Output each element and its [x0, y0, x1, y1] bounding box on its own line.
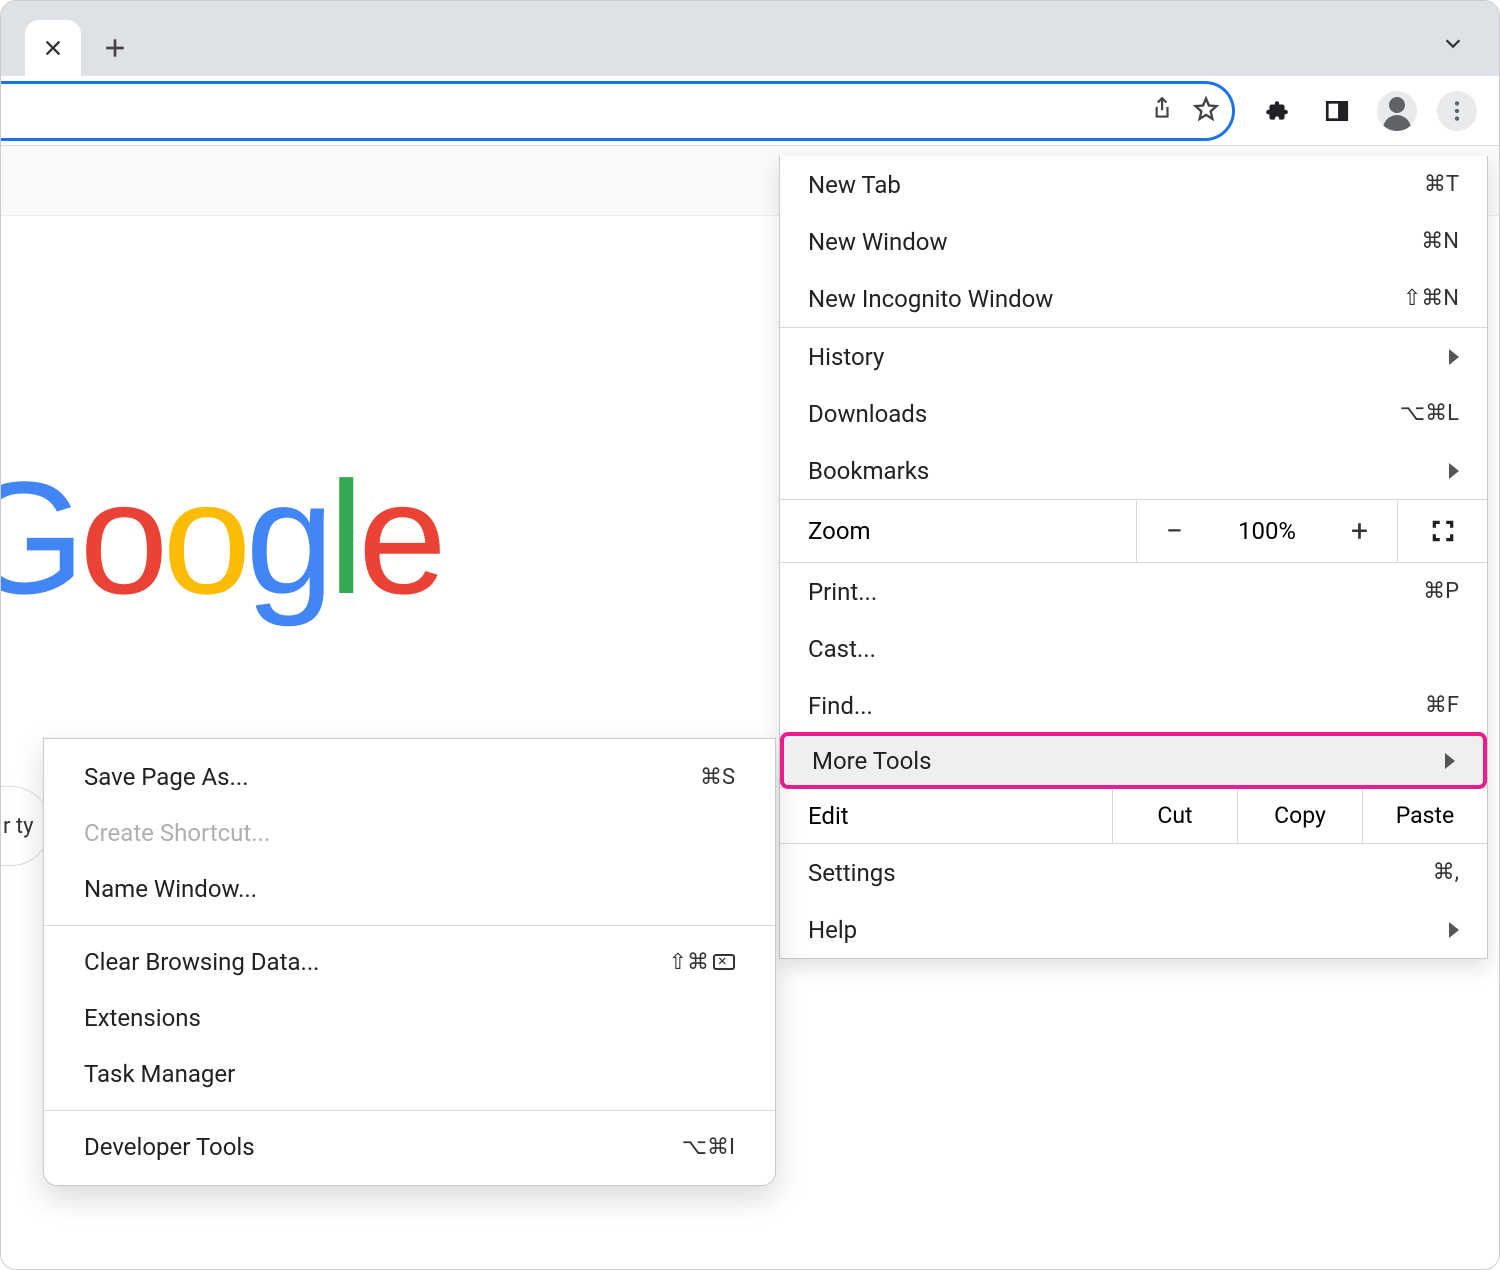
menu-print[interactable]: Print...⌘P: [780, 563, 1487, 620]
fullscreen-button[interactable]: [1397, 500, 1487, 562]
zoom-out-button[interactable]: −: [1137, 500, 1212, 562]
submenu-task-manager[interactable]: Task Manager: [44, 1046, 775, 1102]
menu-zoom-row: Zoom − 100% +: [780, 499, 1487, 563]
submenu-extensions[interactable]: Extensions: [44, 990, 775, 1046]
menu-new-tab[interactable]: New Tab⌘T: [780, 156, 1487, 213]
menu-bookmarks[interactable]: Bookmarks: [780, 442, 1487, 499]
avatar-icon: [1389, 97, 1405, 113]
tab-close-button[interactable]: [25, 20, 81, 76]
more-tools-submenu: Save Page As...⌘S Create Shortcut... Nam…: [43, 738, 776, 1186]
chevron-right-icon: [1449, 922, 1459, 938]
browser-window: Google r ty New Tab⌘T New Window⌘N New I…: [0, 0, 1500, 1270]
fullscreen-icon: [1430, 518, 1456, 544]
delete-icon: [713, 954, 735, 970]
chrome-main-menu: New Tab⌘T New Window⌘N New Incognito Win…: [779, 156, 1488, 959]
panel-icon: [1324, 98, 1350, 124]
menu-downloads[interactable]: Downloads⌥⌘L: [780, 385, 1487, 442]
submenu-clear-browsing-data[interactable]: Clear Browsing Data... ⇧⌘: [44, 934, 775, 990]
edit-cut[interactable]: Cut: [1112, 788, 1237, 843]
chevron-right-icon: [1449, 349, 1459, 365]
plus-icon: [102, 35, 128, 61]
menu-help[interactable]: Help: [780, 901, 1487, 958]
menu-more-tools[interactable]: More Tools: [780, 732, 1487, 789]
menu-edit-row: Edit Cut Copy Paste: [780, 787, 1487, 844]
profile-button[interactable]: [1377, 91, 1417, 131]
submenu-name-window[interactable]: Name Window...: [44, 861, 775, 917]
toolbar: [1, 76, 1499, 146]
chevron-right-icon: [1445, 753, 1455, 769]
edit-copy[interactable]: Copy: [1237, 788, 1362, 843]
menu-cast[interactable]: Cast...: [780, 620, 1487, 677]
extensions-button[interactable]: [1257, 91, 1297, 131]
zoom-value: 100%: [1212, 500, 1322, 562]
more-menu-button[interactable]: [1437, 91, 1477, 131]
edit-paste[interactable]: Paste: [1362, 788, 1487, 843]
submenu-developer-tools[interactable]: Developer Tools⌥⌘I: [44, 1119, 775, 1175]
star-icon[interactable]: [1192, 95, 1220, 127]
zoom-in-button[interactable]: +: [1322, 500, 1397, 562]
edit-label: Edit: [780, 788, 1112, 843]
menu-find[interactable]: Find...⌘F: [780, 677, 1487, 734]
menu-new-incognito[interactable]: New Incognito Window⇧⌘N: [780, 270, 1487, 327]
dots-vertical-icon: [1444, 98, 1470, 124]
sidepanel-button[interactable]: [1317, 91, 1357, 131]
submenu-save-page[interactable]: Save Page As...⌘S: [44, 749, 775, 805]
tabs-dropdown-button[interactable]: [1439, 29, 1467, 57]
puzzle-icon: [1264, 98, 1290, 124]
tab-strip: [1, 1, 1499, 76]
menu-history[interactable]: History: [780, 328, 1487, 385]
close-icon: [42, 37, 64, 59]
google-logo: Google: [0, 446, 441, 630]
share-icon[interactable]: [1148, 96, 1174, 126]
chevron-down-icon: [1442, 32, 1464, 54]
zoom-label: Zoom: [780, 500, 1137, 562]
menu-settings[interactable]: Settings⌘,: [780, 844, 1487, 901]
omnibox[interactable]: [0, 81, 1235, 141]
address-input[interactable]: [0, 99, 1130, 122]
menu-new-window[interactable]: New Window⌘N: [780, 213, 1487, 270]
submenu-create-shortcut: Create Shortcut...: [44, 805, 775, 861]
chevron-right-icon: [1449, 463, 1459, 479]
new-tab-button[interactable]: [93, 26, 137, 70]
toolbar-actions: [1235, 91, 1499, 131]
